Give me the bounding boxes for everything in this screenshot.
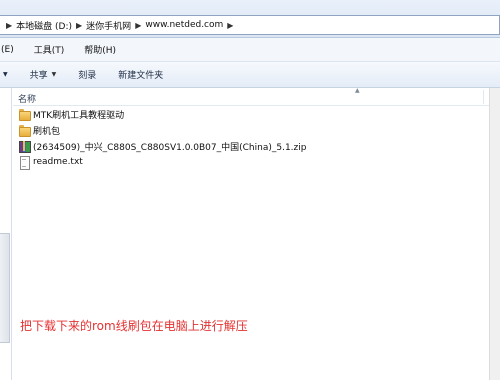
- file-name: MTK刷机工具教程驱动: [33, 110, 125, 121]
- breadcrumb-folder[interactable]: 迷你手机网: [86, 19, 131, 32]
- menu-tools[interactable]: 工具(T): [28, 43, 71, 56]
- command-bar: ▼ 共享 ▼ 刻录 新建文件夹: [0, 62, 500, 88]
- column-header: 名称 ▲: [13, 87, 489, 106]
- sort-arrow-icon: ▲: [355, 87, 360, 94]
- list-item-folder[interactable]: MTK刷机工具教程驱动: [18, 106, 124, 122]
- breadcrumb-current[interactable]: www.netded.com: [145, 20, 223, 30]
- folder-icon: [18, 124, 31, 137]
- share-label: 共享: [29, 71, 48, 81]
- navigation-pane[interactable]: [0, 88, 12, 380]
- folder-icon: [18, 108, 31, 121]
- column-name-header[interactable]: 名称: [18, 92, 36, 105]
- organize-caret-icon[interactable]: ▼: [3, 71, 8, 78]
- breadcrumb-arrow-icon[interactable]: ▶: [135, 21, 141, 30]
- new-folder-button[interactable]: 新建文件夹: [118, 68, 163, 81]
- list-item-archive[interactable]: (2634509)_中兴_C880S_C880SV1.0.0B07_中国(Chi…: [18, 138, 306, 154]
- vertical-scrollbar[interactable]: [489, 88, 500, 380]
- burn-button[interactable]: 刻录: [78, 68, 96, 81]
- navigation-scrollbar-thumb[interactable]: [0, 233, 10, 343]
- column-divider[interactable]: [483, 90, 484, 104]
- menu-edit[interactable]: (E): [0, 45, 20, 55]
- list-item-text-file[interactable]: readme.txt: [18, 154, 83, 170]
- breadcrumb-arrow-icon[interactable]: ▶: [6, 21, 12, 30]
- address-bar-area: ▶ 本地磁盘 (D:) ▶ 迷你手机网 ▶ www.netded.com ▶: [0, 0, 500, 38]
- archive-icon: [18, 140, 31, 153]
- chevron-down-icon: ▼: [51, 71, 57, 78]
- breadcrumb-drive[interactable]: 本地磁盘 (D:): [16, 19, 72, 32]
- file-list[interactable]: 名称 ▲ MTK刷机工具教程驱动 刷机包 (2634509)_中兴_C880S_…: [13, 87, 489, 380]
- file-name: (2634509)_中兴_C880S_C880SV1.0.0B07_中国(Chi…: [33, 142, 307, 153]
- list-item-folder[interactable]: 刷机包: [18, 122, 60, 138]
- breadcrumb-arrow-icon[interactable]: ▶: [76, 21, 82, 30]
- share-button[interactable]: 共享 ▼: [30, 68, 57, 81]
- menu-bar: (E) 工具(T) 帮助(H): [0, 38, 500, 62]
- breadcrumb-arrow-icon[interactable]: ▶: [227, 21, 233, 30]
- menu-help[interactable]: 帮助(H): [78, 43, 122, 56]
- file-name: 刷机包: [33, 126, 61, 137]
- address-bar[interactable]: ▶ 本地磁盘 (D:) ▶ 迷你手机网 ▶ www.netded.com ▶: [0, 15, 500, 35]
- tutorial-annotation: 把下载下来的rom线刷包在电脑上进行解压: [20, 319, 248, 333]
- text-file-icon: [18, 156, 30, 170]
- file-name: readme.txt: [33, 157, 83, 167]
